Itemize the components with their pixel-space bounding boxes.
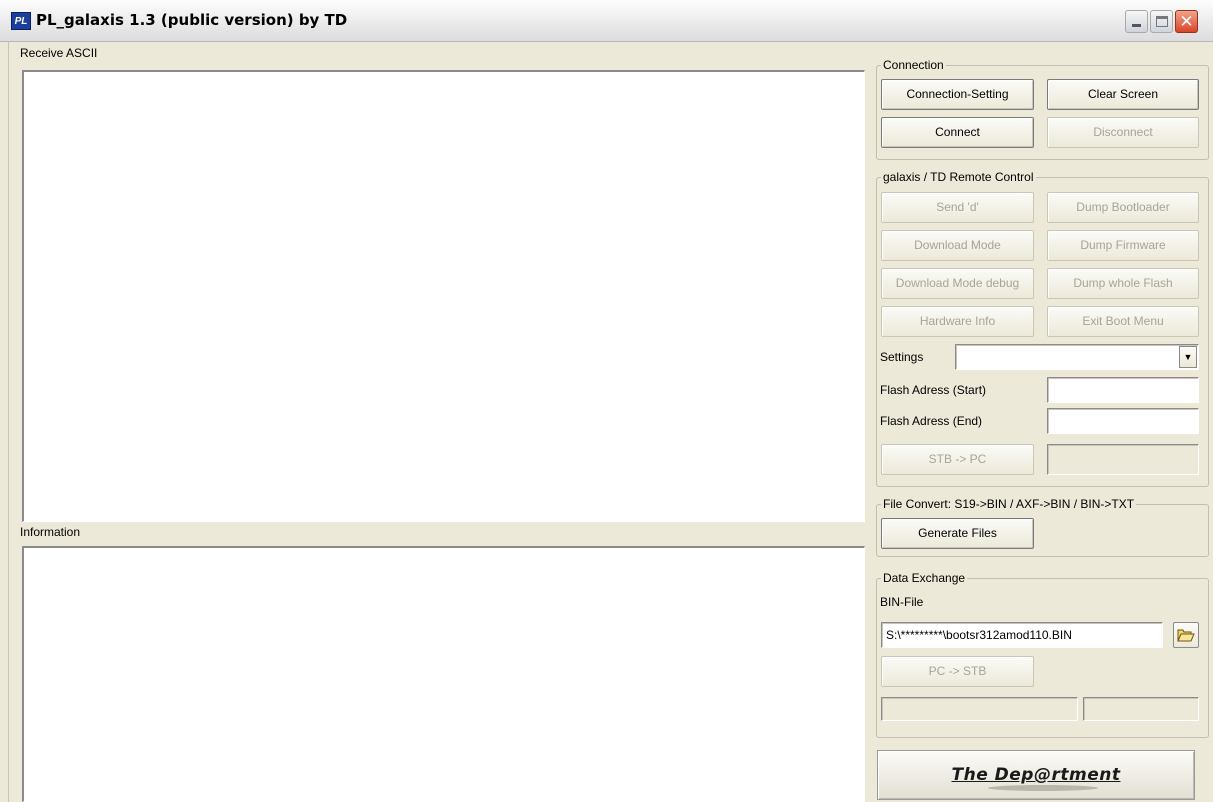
flash-start-label: Flash Adress (Start) [880, 383, 987, 397]
dump-whole-flash-button[interactable]: Dump whole Flash [1047, 268, 1199, 299]
browse-button[interactable] [1173, 622, 1199, 648]
close-button[interactable]: ✕ [1175, 10, 1198, 33]
minimize-icon [1132, 24, 1141, 27]
title-bar[interactable]: PL PL_galaxis 1.3 (public version) by TD… [0, 0, 1213, 42]
download-mode-debug-button[interactable]: Download Mode debug [881, 268, 1034, 299]
receive-ascii-label: Receive ASCII [20, 46, 98, 60]
download-mode-button[interactable]: Download Mode [881, 230, 1034, 261]
bin-file-label: BIN-File [880, 595, 924, 609]
receive-ascii-textarea[interactable] [22, 70, 865, 522]
flash-start-input[interactable] [1047, 377, 1199, 403]
send-d-button[interactable]: Send 'd' [881, 192, 1034, 223]
stb-to-pc-button[interactable]: STB -> PC [881, 444, 1034, 475]
settings-dropdown[interactable]: ▼ [955, 344, 1199, 370]
exit-boot-menu-button[interactable]: Exit Boot Menu [1047, 306, 1199, 337]
logo-shadow [988, 785, 1098, 791]
department-logo-button[interactable]: The Dep@rtment [877, 750, 1195, 800]
chevron-down-icon[interactable]: ▼ [1179, 346, 1197, 368]
connection-setting-button[interactable]: Connection-Setting [881, 79, 1034, 110]
minimize-button[interactable] [1125, 10, 1148, 33]
close-icon: ✕ [1179, 12, 1194, 31]
data-exchange-status-right [1083, 697, 1199, 721]
window-title: PL_galaxis 1.3 (public version) by TD [36, 11, 348, 29]
logo-text: The Dep@rtment [951, 765, 1121, 785]
pc-to-stb-button[interactable]: PC -> STB [881, 656, 1034, 687]
settings-label: Settings [880, 350, 924, 364]
information-textarea[interactable] [22, 546, 865, 802]
information-label: Information [20, 525, 81, 539]
generate-files-button[interactable]: Generate Files [881, 518, 1034, 549]
data-exchange-group-title: Data Exchange [881, 571, 968, 585]
connect-button[interactable]: Connect [881, 117, 1034, 148]
file-convert-group-title: File Convert: S19->BIN / AXF->BIN / BIN-… [881, 497, 1137, 511]
bin-file-input[interactable]: S:\*********\bootsr312amod110.BIN [881, 622, 1163, 648]
maximize-button[interactable] [1150, 10, 1173, 33]
disconnect-button[interactable]: Disconnect [1047, 117, 1199, 148]
connection-group-title: Connection [881, 58, 946, 72]
stb-to-pc-status [1047, 444, 1199, 475]
clear-screen-button[interactable]: Clear Screen [1047, 79, 1199, 110]
flash-end-input[interactable] [1047, 408, 1199, 434]
app-icon: PL [11, 12, 31, 30]
open-folder-icon [1177, 629, 1195, 642]
dump-bootloader-button[interactable]: Dump Bootloader [1047, 192, 1199, 223]
maximize-icon [1156, 16, 1168, 27]
hardware-info-button[interactable]: Hardware Info [881, 306, 1034, 337]
remote-control-group-title: galaxis / TD Remote Control [881, 170, 1036, 184]
dump-firmware-button[interactable]: Dump Firmware [1047, 230, 1199, 261]
window-left-border [8, 42, 9, 802]
flash-end-label: Flash Adress (End) [880, 414, 983, 428]
data-exchange-status-left [881, 697, 1078, 721]
